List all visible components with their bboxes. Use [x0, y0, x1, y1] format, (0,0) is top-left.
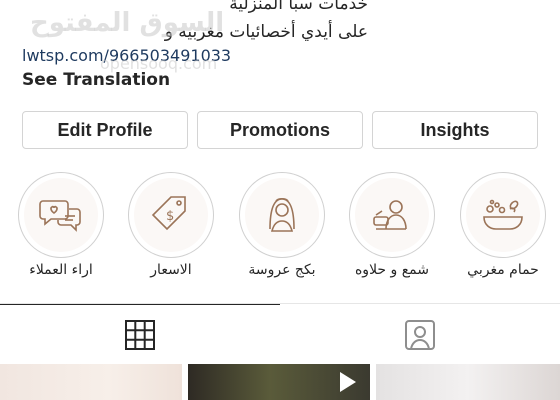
highlight-reviews[interactable]: اراء العملاء: [16, 172, 106, 278]
post-thumbnail[interactable]: [376, 364, 560, 400]
see-translation-link[interactable]: See Translation: [22, 70, 170, 90]
highlight-ring: [460, 172, 546, 258]
highlight-bride-package[interactable]: بكج عروسة: [237, 172, 327, 278]
tab-grid[interactable]: [120, 318, 160, 352]
bride-icon: [269, 197, 295, 232]
bio-line-title: خدمات سبا المنزلية: [229, 0, 368, 14]
watermark-url: opensooq.com: [100, 54, 218, 73]
active-tab-indicator: [0, 304, 280, 305]
tagged-person-icon: [405, 320, 435, 350]
watermark-logo: السوق المفتوح: [30, 8, 225, 38]
highlight-ring: [18, 172, 104, 258]
edit-profile-button[interactable]: Edit Profile: [22, 111, 188, 149]
price-tag-icon: $: [151, 196, 186, 231]
insights-button[interactable]: Insights: [372, 111, 538, 149]
post-thumbnail[interactable]: [0, 364, 182, 400]
profile-action-buttons: Edit Profile Promotions Insights: [22, 111, 538, 151]
grid-icon: [125, 320, 155, 350]
svg-text:$: $: [166, 209, 174, 224]
waxing-icon: [373, 200, 407, 230]
highlight-ring: [349, 172, 435, 258]
highlight-ring: [239, 172, 325, 258]
highlight-label: اراء العملاء: [29, 262, 93, 278]
highlight-label: حمام مغربي: [467, 262, 539, 278]
promotions-button[interactable]: Promotions: [197, 111, 363, 149]
highlight-prices[interactable]: $ الاسعار: [126, 172, 216, 278]
bath-icon: [483, 199, 523, 230]
post-grid: [0, 364, 560, 400]
highlight-label: الاسعار: [150, 262, 192, 278]
post-thumbnail[interactable]: [188, 364, 370, 400]
highlight-ring: $: [128, 172, 214, 258]
highlight-waxing[interactable]: شمع و حلاوه: [347, 172, 437, 278]
tab-tagged[interactable]: [400, 318, 440, 352]
highlight-label: شمع و حلاوه: [354, 262, 430, 278]
highlight-moroccan-bath[interactable]: حمام مغربي: [458, 172, 548, 278]
video-play-icon: [340, 372, 356, 392]
highlight-label: بكج عروسة: [248, 262, 316, 278]
chat-bubbles-icon: [39, 200, 81, 232]
profile-tabs: [0, 304, 560, 360]
